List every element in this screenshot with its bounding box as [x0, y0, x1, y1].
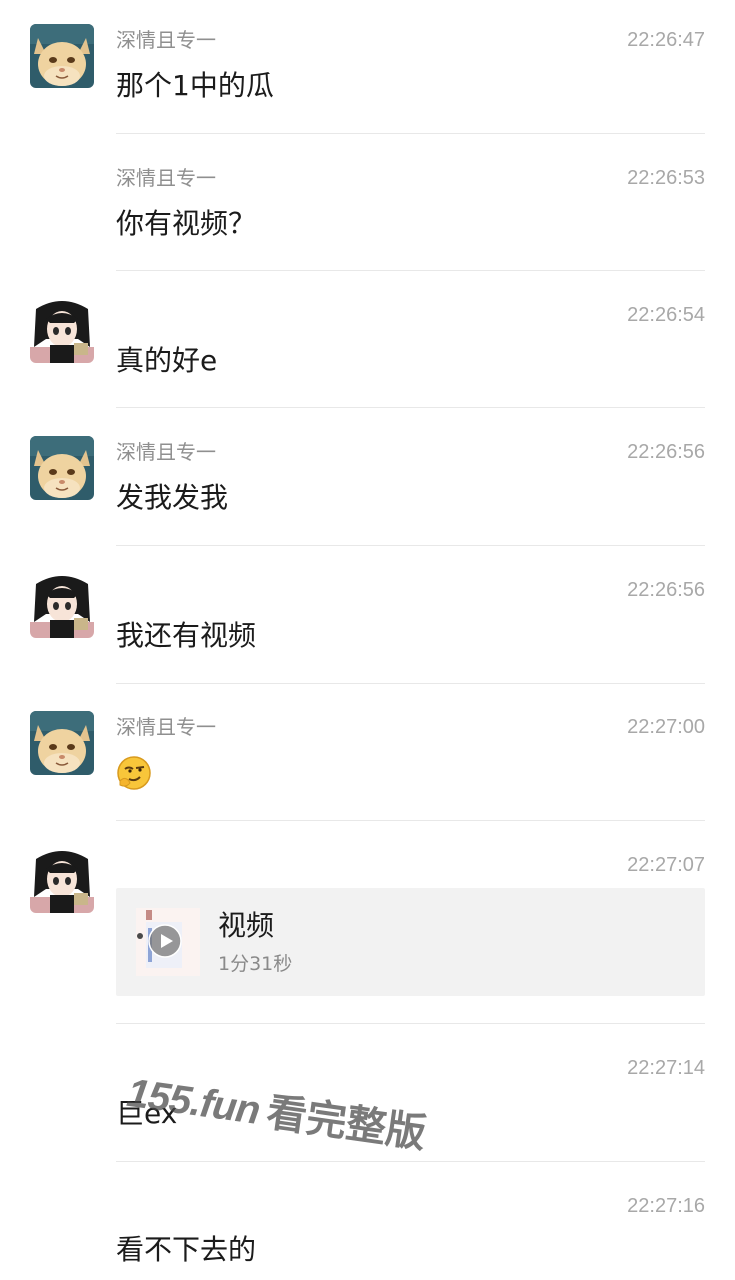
message-time: 22:26:54	[627, 304, 705, 326]
video-message-card[interactable]: 视频 1分31秒	[116, 888, 705, 996]
video-duration: 1分31秒	[218, 953, 293, 975]
sender-name: 深情且专一	[116, 715, 216, 739]
message-item[interactable]: 22:27:16 看不下去的	[0, 1162, 735, 1280]
play-icon[interactable]	[148, 924, 182, 958]
message-item[interactable]: 22:27:14 巨ex	[0, 1024, 735, 1162]
message-time: 22:27:00	[627, 716, 705, 738]
chat-history-list[interactable]: 深情且专一 22:26:47 那个1中的瓜 深情且专一 22:26:53 你有视…	[0, 0, 735, 1280]
message-item[interactable]: 22:26:56 我还有视频	[0, 546, 735, 684]
sender-name: 深情且专一	[116, 440, 216, 464]
message-text: 巨ex	[116, 1097, 178, 1130]
message-text: 那个1中的瓜	[116, 69, 274, 102]
message-time: 22:26:56	[627, 441, 705, 463]
video-title: 视频	[218, 909, 275, 942]
message-item[interactable]: 深情且专一 22:26:56 发我发我	[0, 408, 735, 546]
message-text: 看不下去的	[116, 1233, 257, 1266]
cat-avatar[interactable]	[30, 24, 94, 88]
message-item[interactable]: 22:26:54 真的好e	[0, 271, 735, 408]
message-text: 你有视频？	[116, 207, 257, 240]
message-item[interactable]: 22:27:07 视频 1分31秒	[0, 821, 735, 1024]
message-time: 22:27:16	[627, 1195, 705, 1217]
message-text: 我还有视频	[116, 619, 257, 652]
message-item[interactable]: 深情且专一 22:26:53 你有视频？	[0, 134, 735, 271]
message-item[interactable]: 深情且专一 22:27:00	[0, 683, 735, 821]
cat-avatar[interactable]	[30, 711, 94, 775]
sender-name: 深情且专一	[116, 28, 216, 52]
anime-girl-avatar[interactable]	[30, 574, 94, 638]
message-item[interactable]: 深情且专一 22:26:47 那个1中的瓜	[0, 0, 735, 134]
message-time: 22:27:14	[627, 1057, 705, 1079]
anime-girl-avatar[interactable]	[30, 299, 94, 363]
sender-name: 深情且专一	[116, 166, 216, 190]
message-time: 22:26:53	[627, 167, 705, 189]
message-time: 22:27:07	[627, 854, 705, 876]
message-time: 22:26:47	[627, 29, 705, 51]
message-text: 发我发我	[116, 481, 229, 514]
smirk-emoji-icon	[116, 755, 152, 791]
message-text: 真的好e	[116, 344, 218, 377]
message-time: 22:26:56	[627, 579, 705, 601]
cat-avatar[interactable]	[30, 436, 94, 500]
anime-girl-avatar[interactable]	[30, 849, 94, 913]
